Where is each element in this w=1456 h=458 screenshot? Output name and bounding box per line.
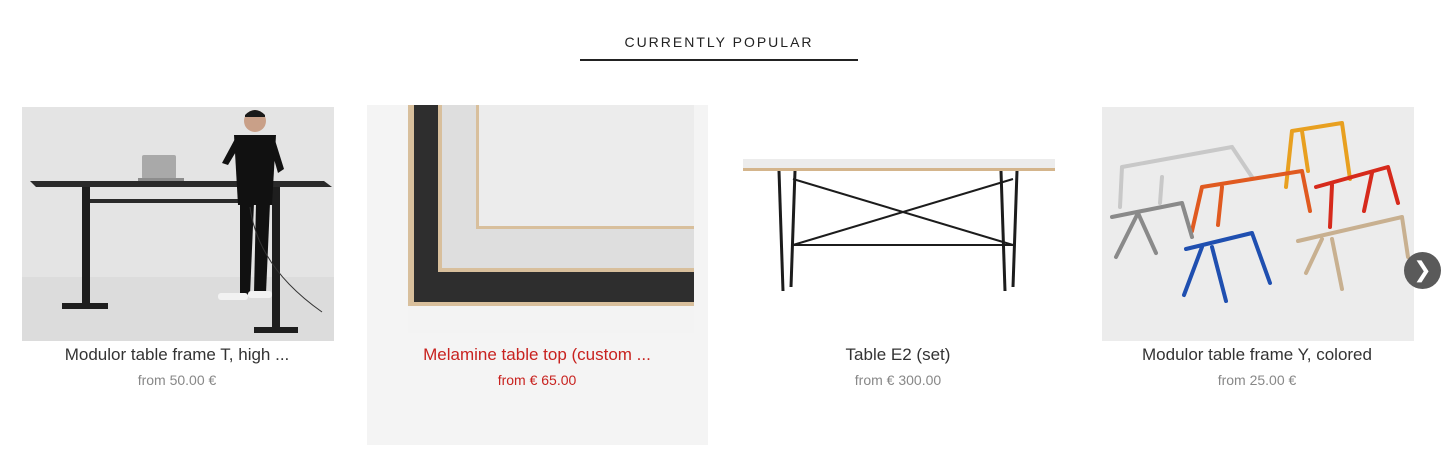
product-card[interactable]: Modulor table frame Y, colored from 25.0… [1101, 105, 1442, 445]
product-price: from 50.00 € [137, 372, 217, 388]
product-image[interactable] [22, 107, 334, 341]
product-card[interactable]: Modulor table frame T, high ... from 50.… [21, 105, 362, 445]
product-image[interactable] [408, 105, 694, 333]
product-name[interactable]: Melamine table top (custom ... [381, 345, 693, 365]
product-price: from € 65.00 [497, 372, 577, 388]
product-price: from € 300.00 [854, 372, 942, 388]
product-card[interactable]: Melamine table top (custom ... from € 65… [367, 105, 708, 445]
section-title: CURRENTLY POPULAR [580, 34, 858, 61]
product-image[interactable] [743, 107, 1055, 341]
product-image[interactable] [1102, 107, 1414, 341]
product-name[interactable]: Table E2 (set) [742, 345, 1054, 365]
product-card[interactable]: Table E2 (set) from € 300.00 [742, 105, 1083, 445]
chevron-right-icon[interactable]: ❯ [1404, 252, 1441, 289]
popular-products-section: CURRENTLY POPULAR Modulor table frame T,… [0, 0, 1456, 458]
product-price: from 25.00 € [1217, 372, 1297, 388]
product-name[interactable]: Modulor table frame Y, colored [1101, 345, 1413, 365]
product-name[interactable]: Modulor table frame T, high ... [21, 345, 333, 365]
